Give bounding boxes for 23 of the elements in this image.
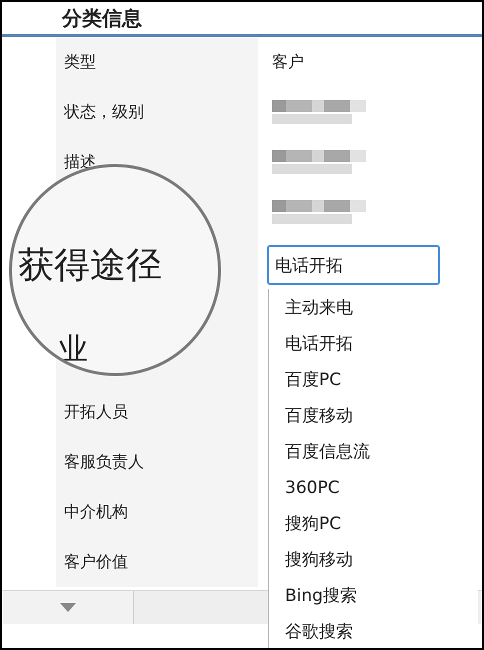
dropdown-button[interactable] — [2, 591, 134, 624]
dropdown-option[interactable]: 搜狗PC — [269, 507, 478, 543]
dropdown-option[interactable]: 搜狗移动 — [269, 543, 478, 579]
dropdown-option[interactable]: 百度信息流 — [269, 435, 478, 471]
dropdown-option[interactable]: 主动来电 — [269, 291, 478, 327]
field-label: 客户价值 — [64, 551, 128, 573]
field-label: 获得途径 — [18, 244, 162, 288]
caret-icon — [60, 603, 76, 612]
dropdown-option[interactable]: 360PC — [269, 471, 478, 507]
field-label: 中介机构 — [64, 501, 128, 523]
dropdown-option[interactable]: 百度PC — [269, 363, 478, 399]
section-title: 分类信息 — [62, 5, 142, 32]
dropdown-option[interactable]: 电话开拓 — [269, 327, 478, 363]
field-label: 客服负责人 — [64, 451, 144, 473]
source-field[interactable]: 电话开拓 — [267, 245, 440, 285]
field-label: 类型 — [64, 51, 96, 73]
field-label: 业 — [58, 331, 88, 369]
field-value: 客户 — [272, 51, 304, 73]
dropdown-option[interactable]: Bing搜索 — [269, 579, 478, 615]
field-label: 状态，级别 — [64, 101, 144, 123]
dropdown-option[interactable]: 谷歌搜索 — [269, 615, 478, 648]
dropdown-option[interactable]: 百度移动 — [269, 399, 478, 435]
field-label: 开拓人员 — [64, 401, 128, 423]
